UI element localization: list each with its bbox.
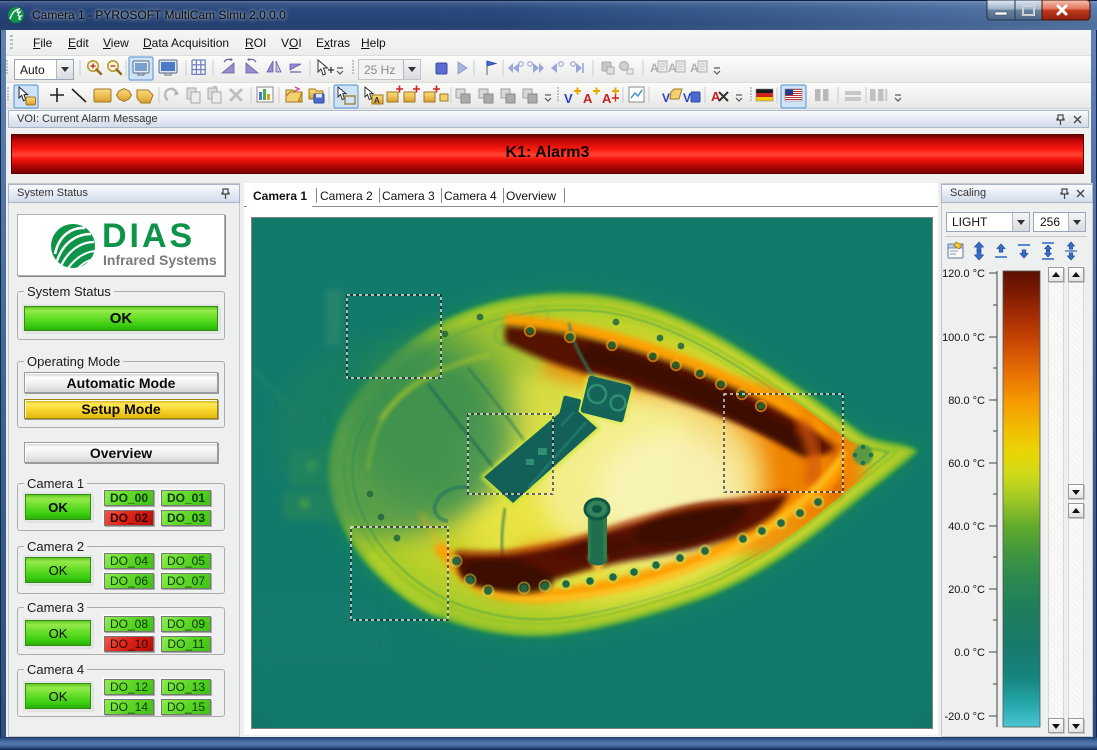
svg-text:0.0 °C: 0.0 °C [954, 647, 985, 659]
svg-text:A: A [711, 89, 721, 104]
svg-text:A: A [374, 96, 380, 105]
svg-text:80.0 °C: 80.0 °C [948, 395, 985, 407]
svg-text:V: V [564, 91, 573, 106]
svg-text:A: A [602, 91, 612, 106]
svg-text:V: V [683, 91, 691, 105]
svg-text:20.0 °C: 20.0 °C [948, 584, 985, 596]
svg-text:100.0 °C: 100.0 °C [942, 332, 985, 344]
svg-text:40.0 °C: 40.0 °C [948, 521, 985, 533]
svg-text:-20.0 °C: -20.0 °C [945, 711, 986, 723]
svg-text:A: A [583, 91, 593, 106]
svg-text:V: V [662, 91, 670, 105]
svg-text:120.0 °C: 120.0 °C [942, 268, 985, 280]
svg-text:60.0 °C: 60.0 °C [948, 458, 985, 470]
